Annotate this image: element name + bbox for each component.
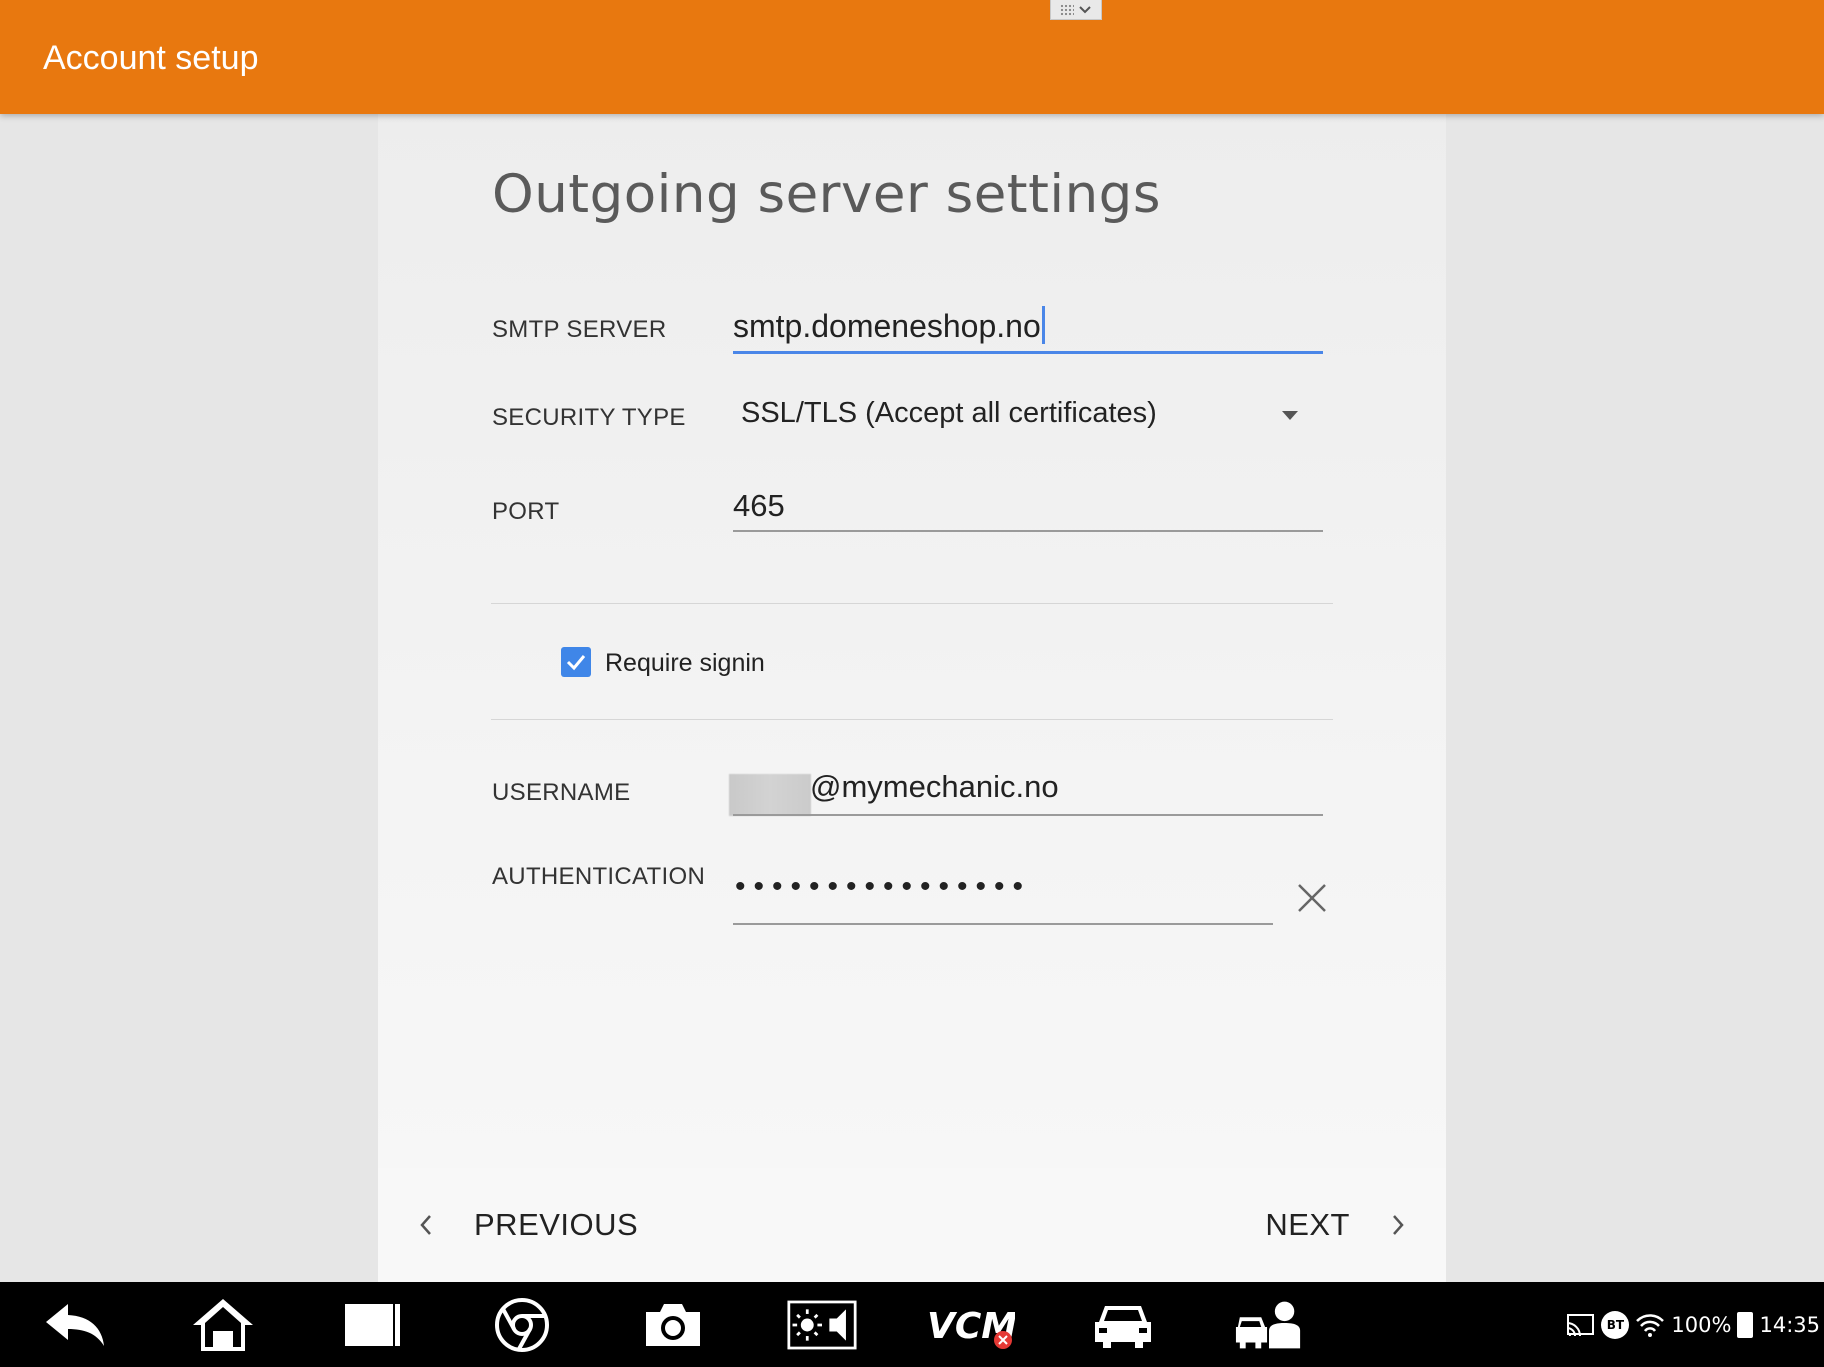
checkmark-icon xyxy=(566,655,586,671)
username-value: @mymechanic.no xyxy=(810,769,1059,804)
port-value: 465 xyxy=(733,488,785,523)
home-icon[interactable] xyxy=(188,1296,258,1354)
cast-icon xyxy=(1567,1314,1595,1337)
dropdown-arrow-icon[interactable] xyxy=(1282,411,1298,420)
system-nav-bar: VCM BT 100% 14:35 xyxy=(0,1282,1824,1367)
recent-apps-icon[interactable] xyxy=(338,1296,408,1354)
smtp-server-underline xyxy=(733,351,1323,354)
port-underline xyxy=(733,530,1323,532)
setup-card: Outgoing server settings SMTP SERVER smt… xyxy=(378,114,1446,1282)
chevron-right-icon xyxy=(1393,1215,1404,1235)
clear-icon[interactable] xyxy=(1294,880,1330,916)
previous-button[interactable]: PREVIOUS xyxy=(418,1168,638,1282)
status-area: BT 100% 14:35 xyxy=(1565,1310,1820,1340)
text-caret xyxy=(1041,306,1045,344)
divider xyxy=(491,603,1333,604)
username-input[interactable]: @mymechanic.no xyxy=(810,769,1059,805)
divider xyxy=(491,719,1333,720)
clock: 14:35 xyxy=(1759,1313,1820,1337)
page-title: Outgoing server settings xyxy=(492,164,1161,225)
camera-icon[interactable] xyxy=(638,1296,708,1354)
background-right xyxy=(1446,114,1824,1282)
port-label: PORT xyxy=(492,498,560,525)
require-signin-checkbox[interactable] xyxy=(561,647,591,677)
battery-icon xyxy=(1737,1312,1754,1338)
vcm-icon[interactable]: VCM xyxy=(925,1296,1015,1354)
previous-label: PREVIOUS xyxy=(474,1207,639,1242)
background-left xyxy=(0,114,378,1282)
browser-icon[interactable] xyxy=(487,1296,557,1354)
security-type-label: SECURITY TYPE xyxy=(492,404,686,431)
window-handle[interactable] xyxy=(1050,0,1102,20)
next-label: NEXT xyxy=(1265,1207,1350,1242)
next-button[interactable]: NEXT xyxy=(1265,1168,1406,1282)
car-icon[interactable] xyxy=(1088,1296,1158,1354)
smtp-server-value: smtp.domeneshop.no xyxy=(733,308,1041,344)
redacted-username-part xyxy=(729,774,811,816)
security-type-value: SSL/TLS (Accept all certificates) xyxy=(741,397,1157,429)
back-icon[interactable] xyxy=(40,1296,110,1354)
mechanic-icon[interactable] xyxy=(1234,1296,1304,1354)
authentication-underline xyxy=(733,923,1273,925)
smtp-server-input[interactable]: smtp.domeneshop.no xyxy=(733,306,1045,345)
brightness-volume-icon[interactable] xyxy=(787,1296,857,1354)
app-title: Account setup xyxy=(43,39,259,77)
username-label: USERNAME xyxy=(492,779,631,806)
chevron-down-icon xyxy=(1079,5,1091,13)
smtp-server-label: SMTP SERVER xyxy=(492,316,667,343)
security-type-select[interactable]: SSL/TLS (Accept all certificates) xyxy=(741,397,1157,430)
username-underline xyxy=(733,814,1323,816)
battery-percent: 100% xyxy=(1671,1313,1732,1337)
wizard-bar: PREVIOUS NEXT xyxy=(378,1168,1446,1282)
app-bar: Account setup xyxy=(0,0,1824,114)
chevron-left-icon xyxy=(420,1215,431,1235)
wifi-icon xyxy=(1636,1314,1665,1337)
port-input[interactable]: 465 xyxy=(733,488,785,524)
require-signin-label[interactable]: Require signin xyxy=(605,649,765,678)
authentication-value: •••••••••••••••• xyxy=(735,870,1032,903)
grid-icon xyxy=(1060,3,1074,16)
authentication-label: AUTHENTICATION xyxy=(492,863,706,890)
bluetooth-icon: BT xyxy=(1601,1311,1630,1339)
authentication-input[interactable]: •••••••••••••••• xyxy=(735,872,1031,902)
